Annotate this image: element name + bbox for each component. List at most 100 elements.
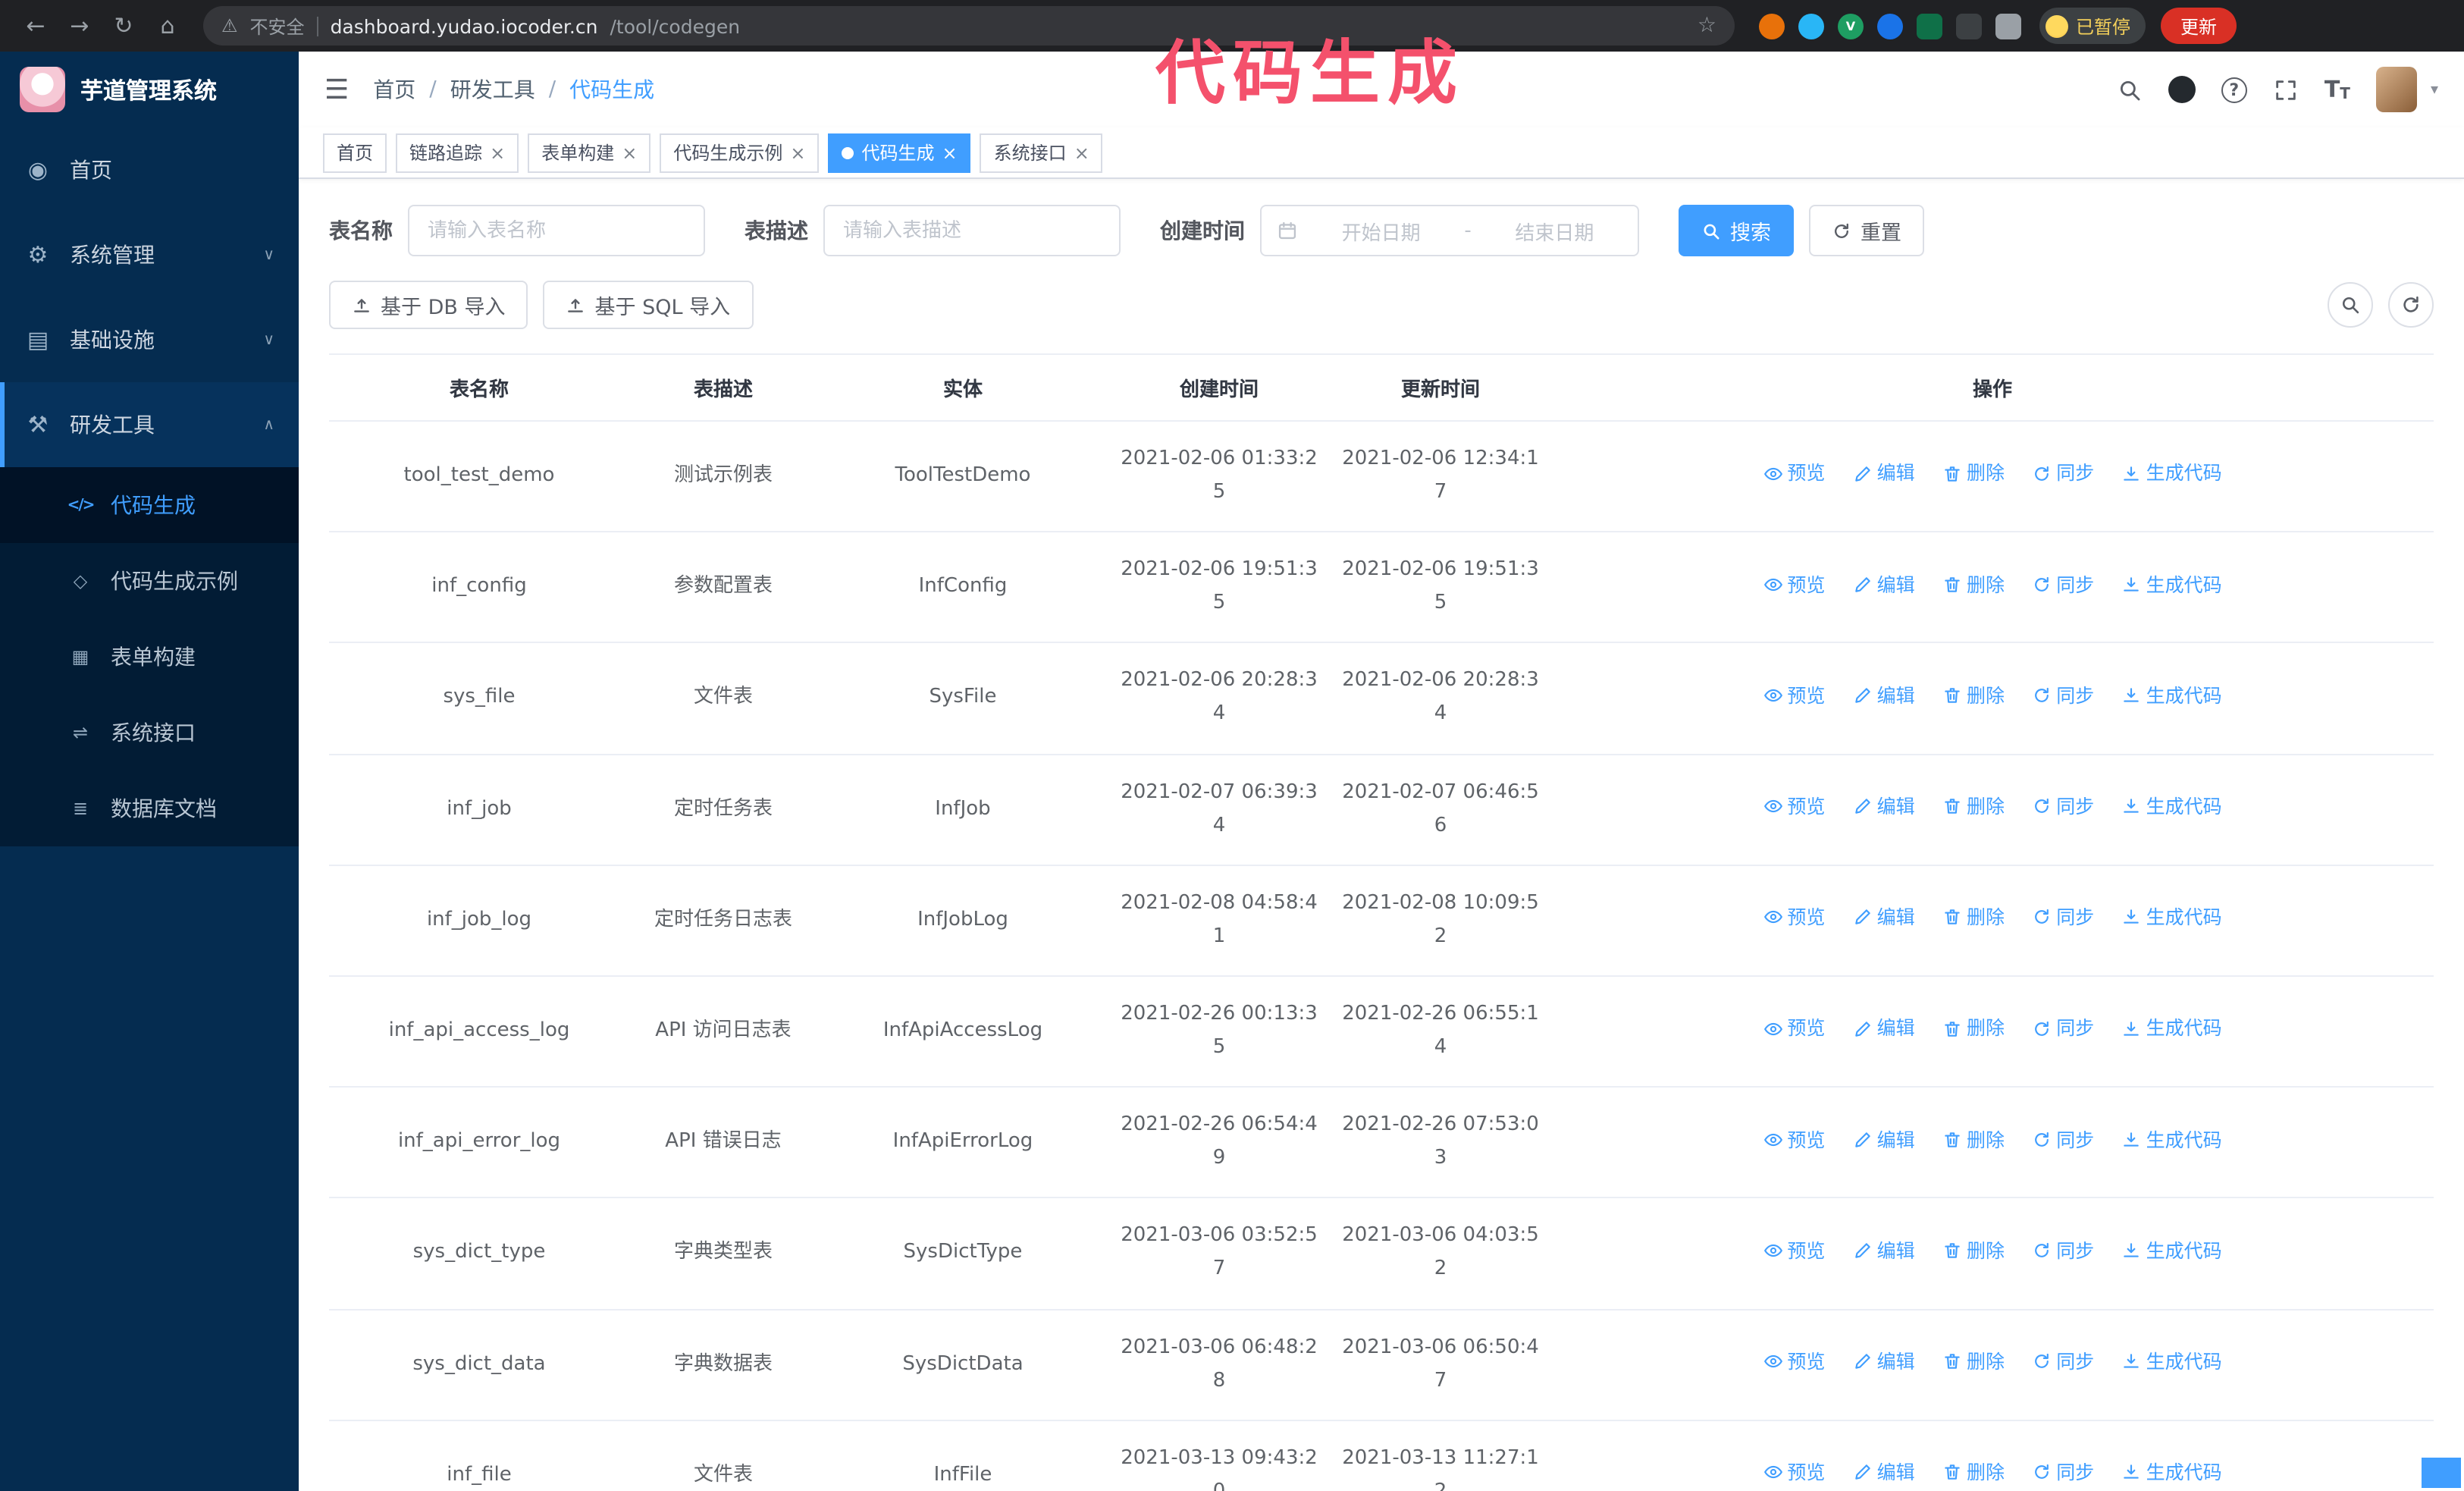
sidebar-item-form-builder[interactable]: ▦ 表单构建 xyxy=(0,619,299,695)
browser-back-icon[interactable]: ← xyxy=(15,5,56,46)
preview-link[interactable]: 预览 xyxy=(1763,1456,1825,1489)
corner-button[interactable] xyxy=(2422,1458,2461,1488)
sync-link[interactable]: 同步 xyxy=(2032,1235,2094,1267)
edit-link[interactable]: 编辑 xyxy=(1853,1235,1915,1267)
extension-icon-2[interactable] xyxy=(1798,13,1824,39)
delete-link[interactable]: 删除 xyxy=(1942,790,2005,823)
edit-link[interactable]: 编辑 xyxy=(1853,1345,1915,1378)
generate-code-link[interactable]: 生成代码 xyxy=(2122,457,2222,490)
preview-link[interactable]: 预览 xyxy=(1763,1012,1825,1045)
browser-reload-icon[interactable]: ↻ xyxy=(103,5,144,46)
help-icon[interactable]: ? xyxy=(2221,77,2247,102)
avatar-caret-icon[interactable]: ▾ xyxy=(2431,81,2438,98)
preview-link[interactable]: 预览 xyxy=(1763,1345,1825,1378)
sidebar-item-home[interactable]: ◉ 首页 xyxy=(0,127,299,212)
extension-icon-6[interactable] xyxy=(1956,13,1982,39)
extension-icon-1[interactable] xyxy=(1759,13,1785,39)
sync-link[interactable]: 同步 xyxy=(2032,568,2094,601)
tab-form-builder[interactable]: 表单构建 × xyxy=(528,133,651,172)
delete-link[interactable]: 删除 xyxy=(1942,457,2005,490)
close-icon[interactable]: × xyxy=(490,142,505,163)
search-button[interactable]: 搜索 xyxy=(1679,205,1794,256)
edit-link[interactable]: 编辑 xyxy=(1853,680,1915,712)
sidebar-item-codegen-example[interactable]: ◇ 代码生成示例 xyxy=(0,543,299,619)
sync-link[interactable]: 同步 xyxy=(2032,1456,2094,1489)
close-icon[interactable]: × xyxy=(790,142,805,163)
tab-system-api[interactable]: 系统接口 × xyxy=(980,133,1103,172)
edit-link[interactable]: 编辑 xyxy=(1853,568,1915,601)
generate-code-link[interactable]: 生成代码 xyxy=(2122,901,2222,934)
sidebar-item-infra[interactable]: ▤ 基础设施 ∨ xyxy=(0,297,299,382)
sidebar-item-system[interactable]: ⚙ 系统管理 ∨ xyxy=(0,212,299,297)
delete-link[interactable]: 删除 xyxy=(1942,680,2005,712)
sidebar-item-system-api[interactable]: ⇌ 系统接口 xyxy=(0,695,299,771)
preview-link[interactable]: 预览 xyxy=(1763,1235,1825,1267)
edit-link[interactable]: 编辑 xyxy=(1853,901,1915,934)
github-icon[interactable] xyxy=(2168,76,2196,103)
generate-code-link[interactable]: 生成代码 xyxy=(2122,1345,2222,1378)
sync-link[interactable]: 同步 xyxy=(2032,790,2094,823)
generate-code-link[interactable]: 生成代码 xyxy=(2122,1456,2222,1489)
generate-code-link[interactable]: 生成代码 xyxy=(2122,568,2222,601)
extension-icon-5[interactable] xyxy=(1917,13,1942,39)
edit-link[interactable]: 编辑 xyxy=(1853,457,1915,490)
sync-link[interactable]: 同步 xyxy=(2032,457,2094,490)
sync-link[interactable]: 同步 xyxy=(2032,901,2094,934)
delete-link[interactable]: 删除 xyxy=(1942,1456,2005,1489)
delete-link[interactable]: 删除 xyxy=(1942,1345,2005,1378)
hamburger-icon[interactable]: ☰ xyxy=(324,74,349,105)
sync-link[interactable]: 同步 xyxy=(2032,1012,2094,1045)
sidebar-item-devtools[interactable]: ⚒ 研发工具 ∧ xyxy=(0,382,299,467)
tab-codegen[interactable]: 代码生成 × xyxy=(828,133,971,172)
tab-tracing[interactable]: 链路追踪 × xyxy=(396,133,519,172)
toggle-search-button[interactable] xyxy=(2328,282,2373,328)
generate-code-link[interactable]: 生成代码 xyxy=(2122,1012,2222,1045)
generate-code-link[interactable]: 生成代码 xyxy=(2122,1235,2222,1267)
preview-link[interactable]: 预览 xyxy=(1763,1123,1825,1156)
generate-code-link[interactable]: 生成代码 xyxy=(2122,790,2222,823)
table-name-input[interactable] xyxy=(408,205,705,256)
edit-link[interactable]: 编辑 xyxy=(1853,1012,1915,1045)
extension-icon-4[interactable] xyxy=(1877,13,1903,39)
extension-icon-3[interactable]: V xyxy=(1838,13,1864,39)
tab-home[interactable]: 首页 xyxy=(323,133,387,172)
font-size-icon[interactable]: TT xyxy=(2324,76,2350,103)
edit-link[interactable]: 编辑 xyxy=(1853,1123,1915,1156)
breadcrumb-home[interactable]: 首页 xyxy=(373,74,415,105)
sync-link[interactable]: 同步 xyxy=(2032,680,2094,712)
edit-link[interactable]: 编辑 xyxy=(1853,1456,1915,1489)
profile-paused-chip[interactable]: 已暂停 xyxy=(2039,8,2146,44)
breadcrumb-devtools[interactable]: 研发工具 xyxy=(450,74,535,105)
close-icon[interactable]: × xyxy=(1074,142,1089,163)
browser-home-icon[interactable]: ⌂ xyxy=(147,5,188,46)
preview-link[interactable]: 预览 xyxy=(1763,568,1825,601)
sync-link[interactable]: 同步 xyxy=(2032,1123,2094,1156)
avatar[interactable] xyxy=(2375,67,2417,112)
generate-code-link[interactable]: 生成代码 xyxy=(2122,1123,2222,1156)
browser-update-button[interactable]: 更新 xyxy=(2161,8,2237,44)
delete-link[interactable]: 删除 xyxy=(1942,1235,2005,1267)
fullscreen-icon[interactable] xyxy=(2273,77,2299,102)
tab-codegen-example[interactable]: 代码生成示例 × xyxy=(660,133,820,172)
browser-forward-icon[interactable]: → xyxy=(59,5,100,46)
refresh-list-button[interactable] xyxy=(2388,282,2434,328)
date-range-picker[interactable]: 开始日期 - 结束日期 xyxy=(1260,205,1639,256)
sync-link[interactable]: 同步 xyxy=(2032,1345,2094,1378)
search-icon[interactable] xyxy=(2117,77,2143,102)
import-db-button[interactable]: 基于 DB 导入 xyxy=(329,281,528,329)
preview-link[interactable]: 预览 xyxy=(1763,790,1825,823)
generate-code-link[interactable]: 生成代码 xyxy=(2122,680,2222,712)
preview-link[interactable]: 预览 xyxy=(1763,457,1825,490)
bookmark-star-icon[interactable]: ☆ xyxy=(1698,14,1716,38)
reset-button[interactable]: 重置 xyxy=(1809,205,1924,256)
delete-link[interactable]: 删除 xyxy=(1942,568,2005,601)
table-desc-input[interactable] xyxy=(823,205,1121,256)
preview-link[interactable]: 预览 xyxy=(1763,680,1825,712)
import-sql-button[interactable]: 基于 SQL 导入 xyxy=(543,281,754,329)
sidebar-item-codegen[interactable]: </> 代码生成 xyxy=(0,467,299,543)
delete-link[interactable]: 删除 xyxy=(1942,1123,2005,1156)
edit-link[interactable]: 编辑 xyxy=(1853,790,1915,823)
puzzle-extensions-icon[interactable] xyxy=(1995,13,2021,39)
delete-link[interactable]: 删除 xyxy=(1942,1012,2005,1045)
address-bar[interactable]: ⚠ 不安全 dashboard.yudao.iocoder.cn /tool/c… xyxy=(203,6,1735,46)
